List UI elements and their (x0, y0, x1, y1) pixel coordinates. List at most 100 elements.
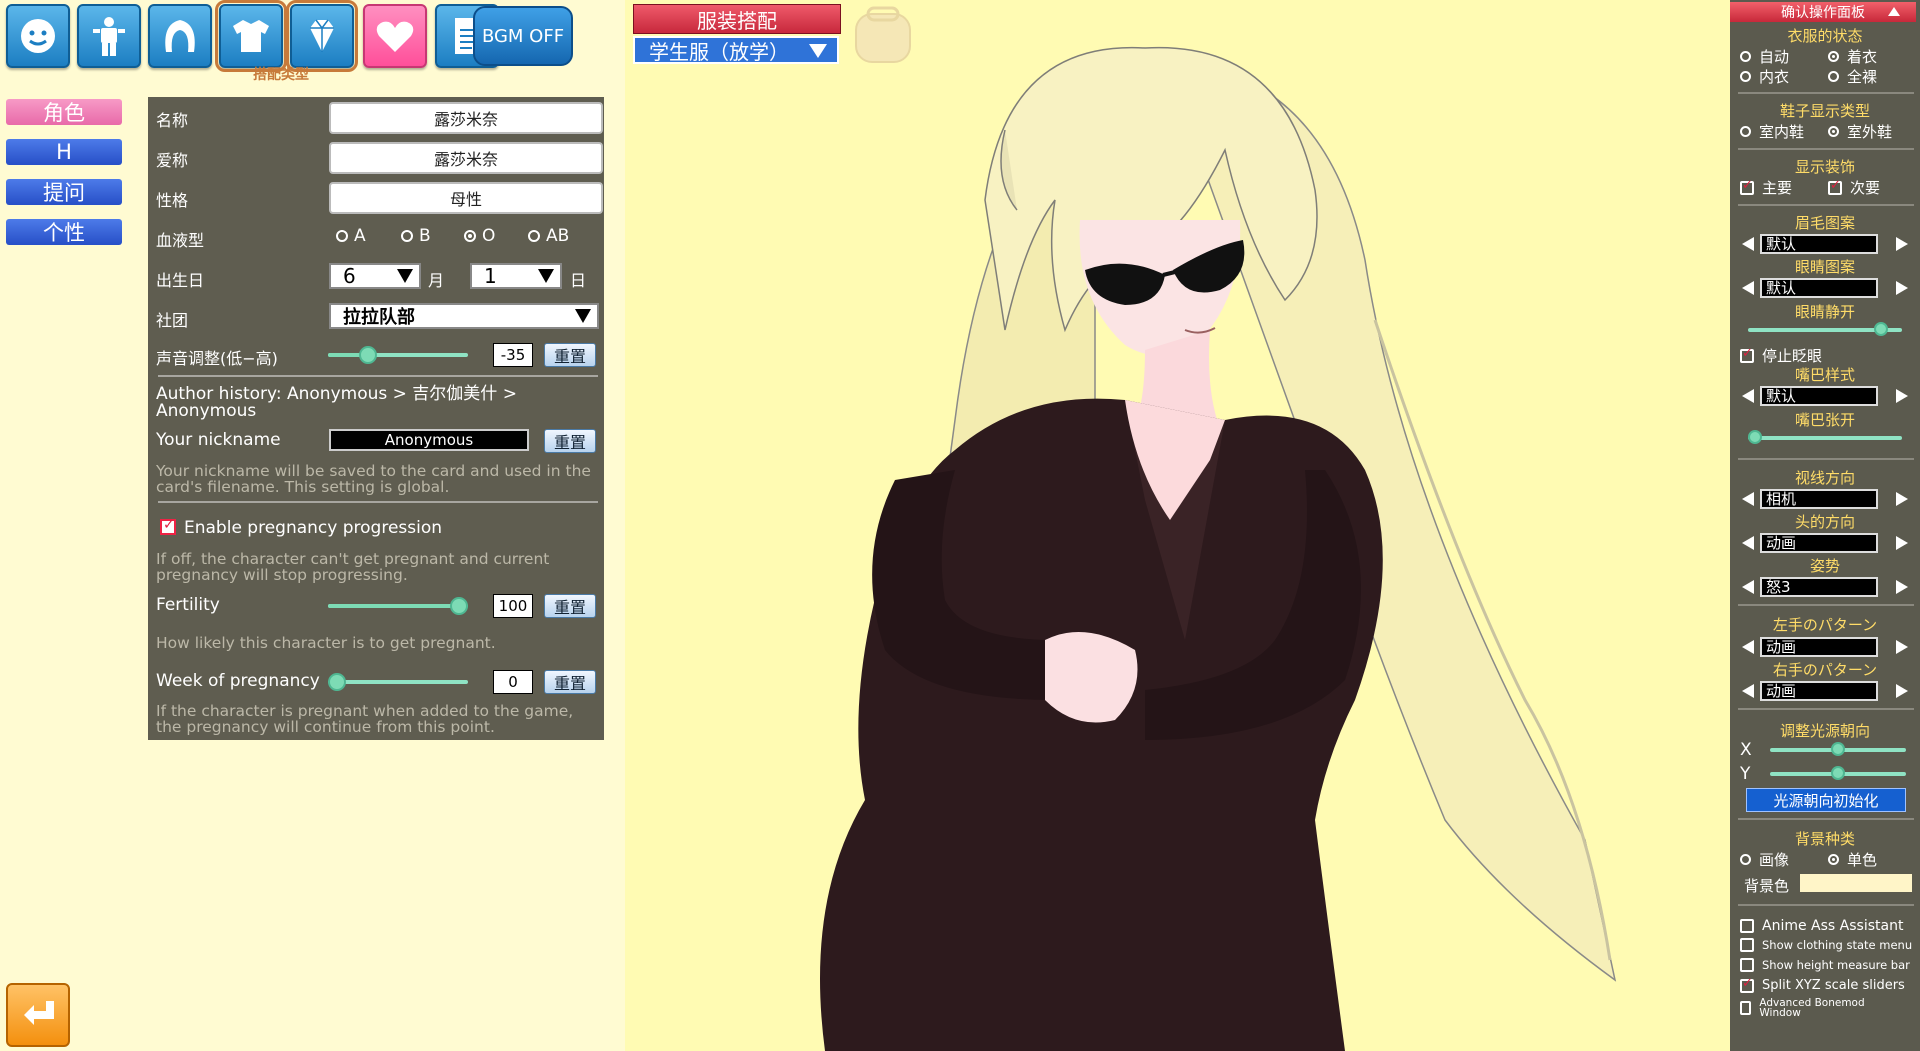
character-model-image (820, 46, 1617, 1051)
h-settings-button[interactable] (363, 4, 427, 68)
outfit-dropdown[interactable]: 学生服（放学） (633, 36, 839, 64)
split-xyz-checkbox[interactable]: Split XYZ scale sliders (1740, 976, 1905, 993)
accessory-button[interactable] (286, 0, 358, 72)
eyebrow-selector[interactable]: 默认 (1738, 234, 1908, 254)
mouth-selector[interactable]: 默认 (1738, 386, 1908, 406)
voice-reset-button[interactable]: 重置 (544, 343, 596, 367)
tab-h[interactable]: H (6, 139, 122, 165)
mouth-open-slider[interactable] (1748, 430, 1902, 444)
character-viewport[interactable] (625, 0, 1730, 1051)
arrow-right-icon[interactable] (1896, 684, 1908, 698)
light-reset-button[interactable]: 光源朝向初始化 (1746, 788, 1906, 812)
clothes-icon (233, 20, 269, 52)
week-of-pregnancy-slider[interactable] (328, 673, 468, 691)
accessory-main-checkbox[interactable]: 主要 (1740, 177, 1792, 198)
week-of-pregnancy-value[interactable]: 0 (493, 670, 533, 694)
fertility-value[interactable]: 100 (493, 594, 533, 618)
gaze-selector[interactable]: 相机 (1738, 489, 1908, 509)
clothes-underwear-radio[interactable]: 内衣 (1740, 66, 1789, 87)
clothes-auto-radio[interactable]: 自动 (1740, 46, 1789, 67)
slider-handle[interactable] (1831, 742, 1845, 756)
eye-title: 眼睛图案 (1794, 258, 1855, 276)
pregnancy-checkbox[interactable] (160, 517, 176, 535)
clothes-nude-radio[interactable]: 全裸 (1828, 66, 1877, 87)
pose-selector[interactable]: 怒3 (1738, 577, 1908, 597)
panel-header[interactable]: 确认操作面板 (1730, 2, 1916, 22)
week-reset-button[interactable]: 重置 (544, 670, 596, 694)
tab-character[interactable]: 角色 (6, 99, 122, 125)
arrow-left-icon[interactable] (1742, 580, 1754, 594)
arrow-left-icon[interactable] (1742, 281, 1754, 295)
blood-radio-b[interactable]: B (401, 226, 431, 246)
bg-solid-radio[interactable]: 单色 (1828, 849, 1877, 870)
blood-radio-a[interactable]: A (336, 226, 366, 246)
fertility-slider[interactable] (328, 597, 468, 615)
nickname-reset-button[interactable]: 重置 (544, 429, 596, 453)
slider-handle[interactable] (450, 597, 468, 615)
tab-personality[interactable]: 个性 (6, 219, 122, 245)
arrow-right-icon[interactable] (1896, 640, 1908, 654)
eye-open-slider[interactable] (1748, 322, 1902, 336)
arrow-right-icon[interactable] (1896, 492, 1908, 506)
left-hand-title: 左手のパターン (1772, 616, 1878, 634)
hair-button[interactable] (148, 4, 212, 68)
birth-day-dropdown[interactable]: 1 (470, 263, 562, 289)
divider (1738, 818, 1914, 820)
eye-selector[interactable]: 默认 (1738, 278, 1908, 298)
bg-color-swatch[interactable] (1800, 874, 1912, 892)
arrow-left-icon[interactable] (1742, 237, 1754, 251)
arrow-right-icon[interactable] (1896, 389, 1908, 403)
slider-handle[interactable] (1831, 766, 1845, 780)
arrow-left-icon[interactable] (1742, 640, 1754, 654)
slider-handle[interactable] (1748, 430, 1762, 444)
slider-handle[interactable] (1874, 322, 1888, 336)
club-dropdown[interactable]: 拉拉队部 (329, 303, 599, 329)
arrow-left-icon[interactable] (1742, 536, 1754, 550)
light-y-slider[interactable] (1770, 766, 1906, 780)
show-clothing-state-checkbox[interactable]: Show clothing state menu (1740, 938, 1912, 952)
character-settings-panel: 名称 露莎米奈 爱称 露莎米奈 性格 母性 血液型 A B O AB 出生日 6… (148, 97, 604, 740)
nickname-field[interactable]: 露莎米奈 (329, 142, 603, 174)
slider-handle[interactable] (358, 346, 377, 364)
name-field[interactable]: 露莎米奈 (329, 102, 603, 134)
light-x-slider[interactable] (1770, 742, 1906, 756)
slider-handle[interactable] (328, 673, 346, 691)
arrow-left-icon[interactable] (1742, 684, 1754, 698)
body-button[interactable] (77, 4, 141, 68)
voice-pitch-slider[interactable] (328, 346, 468, 364)
advanced-bonemod-checkbox[interactable]: Advanced Bonemod Window (1740, 998, 1870, 1018)
arrow-left-icon[interactable] (1742, 389, 1754, 403)
personality-field[interactable]: 母性 (329, 182, 603, 214)
left-hand-selector[interactable]: 动画 (1738, 637, 1908, 657)
head-direction-selector[interactable]: 动画 (1738, 533, 1908, 553)
your-nickname-label: Your nickname (156, 430, 281, 450)
anime-ass-assistant-checkbox[interactable]: Anime Ass Assistant (1740, 918, 1903, 934)
arrow-right-icon[interactable] (1896, 237, 1908, 251)
birth-month-dropdown[interactable]: 6 (329, 263, 421, 289)
clothes-button[interactable] (215, 0, 287, 72)
accessory-sub-checkbox[interactable]: 次要 (1828, 177, 1880, 198)
exit-button[interactable] (6, 983, 70, 1047)
show-height-bar-checkbox[interactable]: Show height measure bar (1740, 958, 1910, 972)
right-hand-selector[interactable]: 动画 (1738, 681, 1908, 701)
blood-radio-o[interactable]: O (464, 226, 495, 246)
outfit-bag-icon[interactable] (850, 6, 916, 66)
bg-image-radio[interactable]: 画像 (1740, 849, 1789, 870)
blood-radio-ab[interactable]: AB (528, 226, 569, 246)
tab-questions[interactable]: 提问 (6, 179, 122, 205)
arrow-right-icon[interactable] (1896, 281, 1908, 295)
voice-pitch-value[interactable]: -35 (493, 343, 533, 367)
arrow-right-icon[interactable] (1896, 580, 1908, 594)
arrow-right-icon[interactable] (1896, 536, 1908, 550)
outdoor-shoes-radio[interactable]: 室外鞋 (1828, 121, 1892, 142)
light-x-label: X (1740, 740, 1752, 760)
clothes-on-radio[interactable]: 着衣 (1828, 46, 1877, 67)
your-nickname-field[interactable]: Anonymous (329, 429, 529, 451)
arrow-left-icon[interactable] (1742, 492, 1754, 506)
indoor-shoes-radio[interactable]: 室内鞋 (1740, 121, 1804, 142)
bgm-toggle-button[interactable]: BGM OFF (473, 6, 573, 66)
fertility-reset-button[interactable]: 重置 (544, 594, 596, 618)
face-button[interactable] (6, 4, 70, 68)
pregnancy-help-text: If off, the character can't get pregnant… (156, 550, 550, 584)
stop-blink-checkbox[interactable]: 停止眨眼 (1740, 345, 1822, 366)
